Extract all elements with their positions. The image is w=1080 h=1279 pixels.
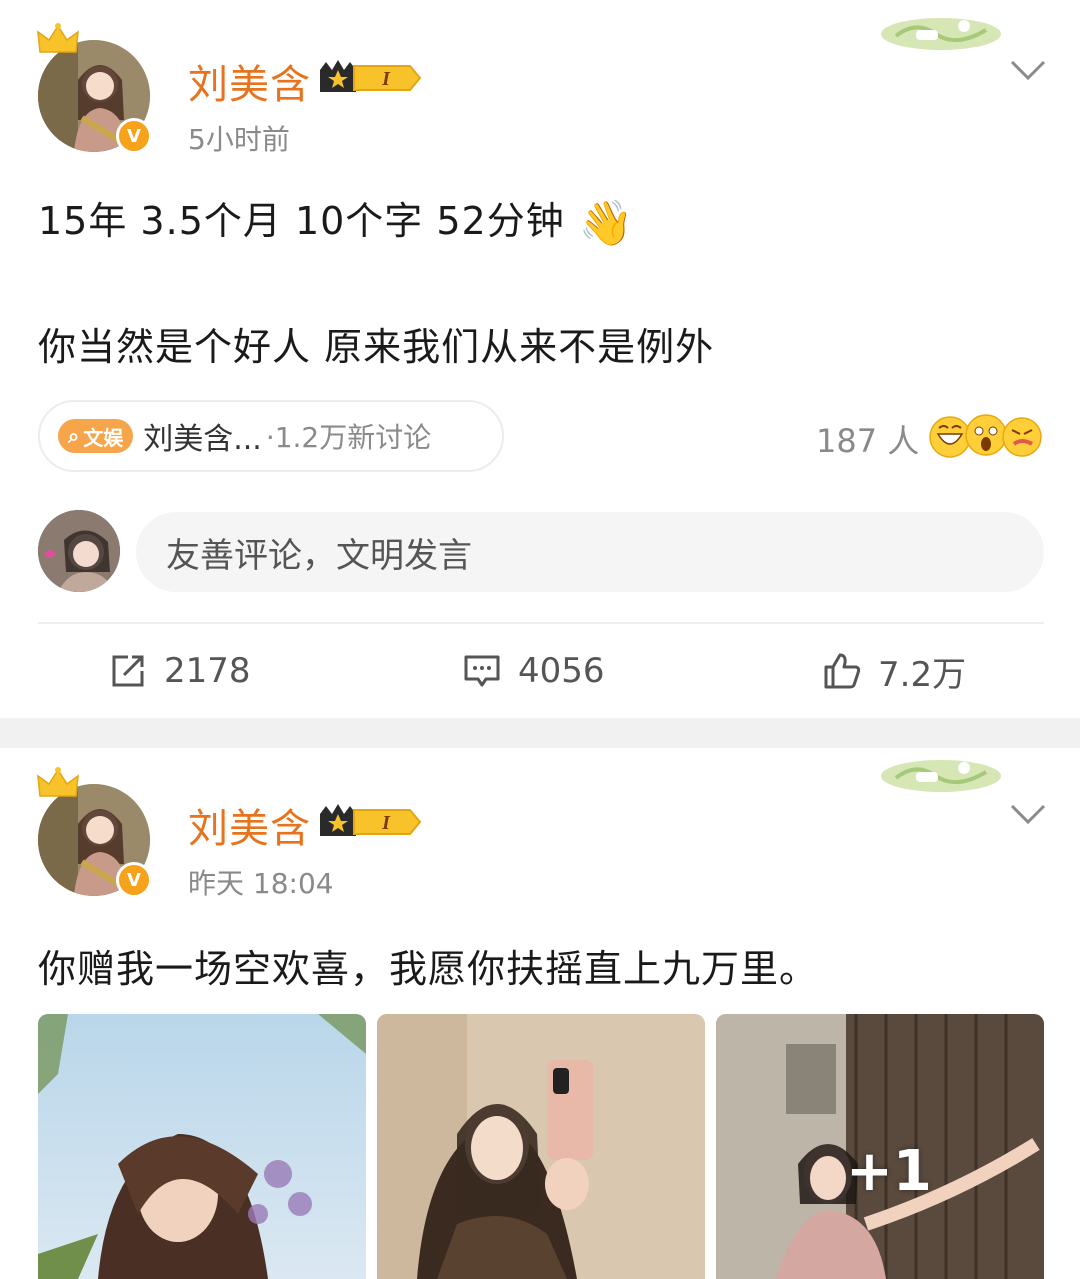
thumbs-up-icon <box>824 653 861 689</box>
topic-discussion-count: ·1.2万新讨论 <box>265 421 432 454</box>
post-time: 5小时前 <box>188 123 290 156</box>
photo-2[interactable] <box>377 1014 705 1279</box>
card-decoration-icon <box>881 760 1001 792</box>
repost-count: 2178 <box>164 651 251 691</box>
post-text-line-2: 你当然是个好人 原来我们从来不是例外 <box>38 325 715 369</box>
reaction-emojis-icon[interactable] <box>928 410 1044 460</box>
search-icon: ⌕ <box>68 424 80 448</box>
repost-button[interactable]: 2178 <box>108 646 251 696</box>
comment-button[interactable]: 4056 <box>462 646 605 696</box>
card-decoration-icon <box>881 18 1001 50</box>
comment-icon <box>464 655 500 687</box>
svg-text:I: I <box>381 68 391 90</box>
photo-grid: +1 <box>38 1014 1044 1279</box>
author-avatar[interactable]: V <box>36 22 152 154</box>
post-text-content: 15年 3.5个月 10个字 52分钟 <box>38 199 565 243</box>
comment-count: 4056 <box>518 651 605 691</box>
like-count: 7.2万 <box>878 654 967 695</box>
verified-badge-icon: V <box>116 118 152 154</box>
topic-tag-label: 文娱 <box>83 425 124 450</box>
post-text: 你赠我一场空欢喜，我愿你扶摇直上九万里。 <box>38 947 819 991</box>
weibo-post-2: V 刘美含 I 昨天 18:04 你赠我一场空欢喜，我愿你扶摇直上九万里。 +1 <box>0 748 1080 1279</box>
divider <box>38 622 1044 624</box>
comment-input[interactable]: 友善评论，文明发言 <box>136 512 1044 592</box>
like-button[interactable]: 7.2万 <box>822 646 966 696</box>
crown-icon <box>37 23 79 53</box>
vip-badge-icon: I <box>320 804 422 836</box>
feed-separator <box>0 718 1080 748</box>
author-avatar[interactable]: V <box>36 766 152 898</box>
author-name[interactable]: 刘美含 <box>188 796 311 854</box>
verified-badge-icon: V <box>116 862 152 898</box>
svg-text:I: I <box>381 812 391 834</box>
waving-hand-icon: 👋 <box>578 198 635 249</box>
chevron-down-icon[interactable] <box>1008 58 1048 82</box>
post-text-line-1: 15年 3.5个月 10个字 52分钟 👋 <box>38 190 635 249</box>
post-time: 昨天 18:04 <box>188 867 334 900</box>
topic-link[interactable]: ⌕ 文娱 刘美含... ·1.2万新讨论 <box>38 400 504 472</box>
author-name[interactable]: 刘美含 <box>188 52 311 110</box>
photo-1[interactable] <box>38 1014 366 1279</box>
reaction-count[interactable]: 187 人 <box>816 416 919 462</box>
more-photos-badge[interactable]: +1 <box>846 1139 932 1204</box>
current-user-avatar[interactable] <box>38 510 120 592</box>
repost-icon <box>112 655 144 687</box>
weibo-post-1: V 刘美含 I 5小时前 15年 3.5个月 10个字 52分钟 👋 你当然是个好… <box>0 0 1080 718</box>
comment-placeholder: 友善评论，文明发言 <box>166 535 472 576</box>
vip-badge-icon: I <box>320 60 422 92</box>
chevron-down-icon[interactable] <box>1008 802 1048 826</box>
crown-icon <box>37 767 79 797</box>
topic-tag: ⌕ 文娱 <box>58 419 134 453</box>
topic-title: 刘美含... <box>143 422 262 457</box>
